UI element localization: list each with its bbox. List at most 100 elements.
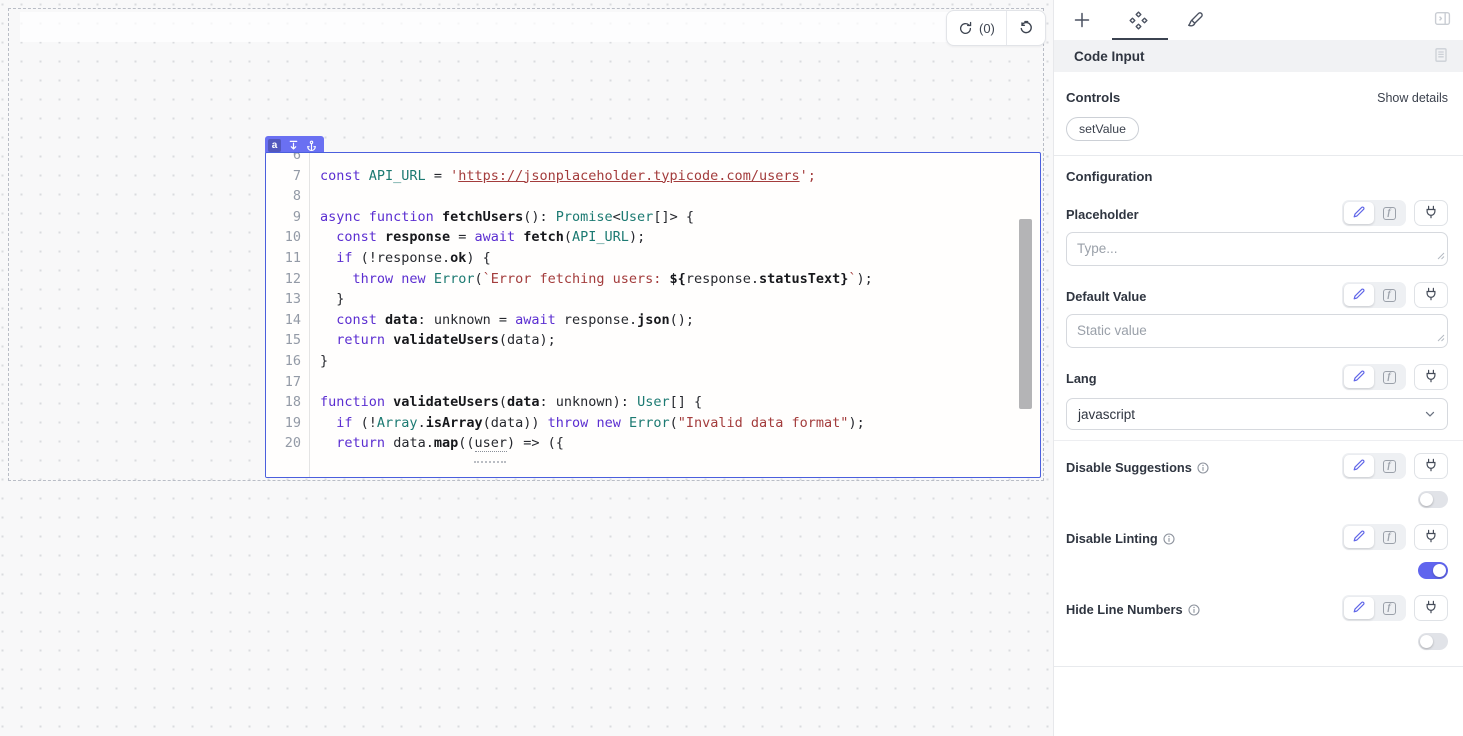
binding-mode-segment: f <box>1342 524 1406 550</box>
js-mode-button[interactable]: f <box>1374 455 1404 477</box>
refresh-icon <box>958 21 973 36</box>
bind-data-button[interactable] <box>1414 453 1448 479</box>
bind-data-button[interactable] <box>1414 364 1448 390</box>
section-divider <box>1054 155 1463 156</box>
bind-data-button[interactable] <box>1414 595 1448 621</box>
code-line: 6 <box>266 152 1040 166</box>
section-divider <box>1054 666 1463 667</box>
function-icon: f <box>1383 602 1396 615</box>
anchor-icon[interactable] <box>306 140 317 151</box>
function-icon: f <box>1383 207 1396 220</box>
info-icon[interactable] <box>1197 462 1209 474</box>
code-line: 19 if (!Array.isArray(data)) throw new E… <box>266 413 1040 434</box>
info-icon[interactable] <box>1188 604 1200 616</box>
info-icon[interactable] <box>1163 533 1175 545</box>
binding-mode-segment: f <box>1342 595 1406 621</box>
code-line: 8 <box>266 186 1040 207</box>
code-line: 10 const response = await fetch(API_URL)… <box>266 227 1040 248</box>
widget-header: Code Input <box>1054 40 1463 72</box>
code-input-widget[interactable]: 67const API_URL = 'https://jsonplacehold… <box>265 152 1041 478</box>
line-number: 18 <box>266 392 310 413</box>
code-line-text: const API_URL = 'https://jsonplaceholder… <box>310 166 816 187</box>
js-mode-button[interactable]: f <box>1374 597 1404 619</box>
insert-down-icon[interactable] <box>288 140 299 151</box>
code-line-text: return validateUsers(data); <box>310 330 556 351</box>
property-label-default-value: Default Value <box>1066 289 1146 308</box>
property-disable-linting: Disable Lintingf <box>1066 524 1448 579</box>
history-button[interactable] <box>1006 11 1045 45</box>
hide-line-numbers-toggle[interactable] <box>1418 633 1448 650</box>
pencil-icon <box>1352 529 1366 546</box>
plus-icon <box>1072 10 1092 30</box>
line-number: 14 <box>266 310 310 331</box>
disable-suggestions-toggle[interactable] <box>1418 491 1448 508</box>
line-number: 9 <box>266 207 310 228</box>
pencil-icon <box>1352 287 1366 304</box>
function-icon: f <box>1383 531 1396 544</box>
bind-data-button[interactable] <box>1414 200 1448 226</box>
code-editor-content[interactable]: 67const API_URL = 'https://jsonplacehold… <box>266 152 1040 454</box>
editor-scrollbar[interactable] <box>1019 219 1032 409</box>
binding-docs-button[interactable] <box>1433 47 1449 66</box>
property-label-hide-line-numbers: Hide Line Numbers <box>1066 602 1200 621</box>
bind-data-button[interactable] <box>1414 524 1448 550</box>
code-line: 9async function fetchUsers(): Promise<Us… <box>266 207 1040 228</box>
js-mode-button[interactable]: f <box>1374 526 1404 548</box>
line-number: 10 <box>266 227 310 248</box>
configuration-section-title: Configuration <box>1066 169 1448 184</box>
edit-mode-button[interactable] <box>1344 284 1374 306</box>
edit-mode-button[interactable] <box>1344 597 1374 619</box>
js-mode-button[interactable]: f <box>1374 284 1404 306</box>
binding-controls-default-value: f <box>1342 282 1448 308</box>
code-line: 17 <box>266 372 1040 393</box>
code-line-text: } <box>310 351 328 372</box>
code-line: 11 if (!response.ok) { <box>266 248 1040 269</box>
binding-mode-segment: f <box>1342 200 1406 226</box>
line-number: 16 <box>266 351 310 372</box>
code-line: 7const API_URL = 'https://jsonplaceholde… <box>266 166 1040 187</box>
code-line: 12 throw new Error(`Error fetching users… <box>266 269 1040 290</box>
default-value-input[interactable]: Static value <box>1066 314 1448 348</box>
show-details-button[interactable]: Show details <box>1377 91 1448 105</box>
edit-mode-button[interactable] <box>1344 526 1374 548</box>
tab-style[interactable] <box>1166 0 1222 40</box>
widgets-icon <box>1129 11 1148 30</box>
edit-mode-button[interactable] <box>1344 455 1374 477</box>
js-mode-button[interactable]: f <box>1374 202 1404 224</box>
control-chips: setValue <box>1066 117 1448 141</box>
widget-name-badge: a <box>268 139 281 152</box>
placeholder-input[interactable]: Type... <box>1066 232 1448 266</box>
lang-select[interactable]: javascript <box>1066 398 1448 430</box>
plug-icon <box>1424 369 1438 386</box>
line-number: 7 <box>266 166 310 187</box>
active-tab-underline <box>1112 38 1168 41</box>
pencil-icon <box>1352 600 1366 617</box>
canvas[interactable]: (0) a <box>0 0 1053 736</box>
code-line: 18function validateUsers(data: unknown):… <box>266 392 1040 413</box>
bind-data-button[interactable] <box>1414 282 1448 308</box>
collapse-panel-button[interactable] <box>1434 10 1451 30</box>
code-line: 13 } <box>266 289 1040 310</box>
configuration-properties: Placeholder f Type... Default Value f Static … <box>1066 200 1448 650</box>
property-label-placeholder: Placeholder <box>1066 207 1139 226</box>
widget-title: Code Input <box>1074 49 1145 64</box>
code-line-text: throw new Error(`Error fetching users: $… <box>310 269 873 290</box>
toggle-knob <box>1420 635 1433 648</box>
plug-icon <box>1424 287 1438 304</box>
control-chip-setValue[interactable]: setValue <box>1066 117 1139 141</box>
edit-mode-button[interactable] <box>1344 202 1374 224</box>
refresh-count: (0) <box>979 21 995 36</box>
line-number: 12 <box>266 269 310 290</box>
code-line-text <box>310 186 320 207</box>
edit-mode-button[interactable] <box>1344 366 1374 388</box>
js-mode-button[interactable]: f <box>1374 366 1404 388</box>
line-number: 20 <box>266 433 310 454</box>
code-line-text: const response = await fetch(API_URL); <box>310 227 645 248</box>
disable-linting-toggle[interactable] <box>1418 562 1448 579</box>
tab-widget-properties[interactable] <box>1110 0 1166 40</box>
pencil-icon <box>1352 458 1366 475</box>
refresh-button[interactable]: (0) <box>947 11 1006 45</box>
binding-controls-placeholder: f <box>1342 200 1448 226</box>
tab-add-widgets[interactable] <box>1054 0 1110 40</box>
code-line-text: if (!response.ok) { <box>310 248 491 269</box>
